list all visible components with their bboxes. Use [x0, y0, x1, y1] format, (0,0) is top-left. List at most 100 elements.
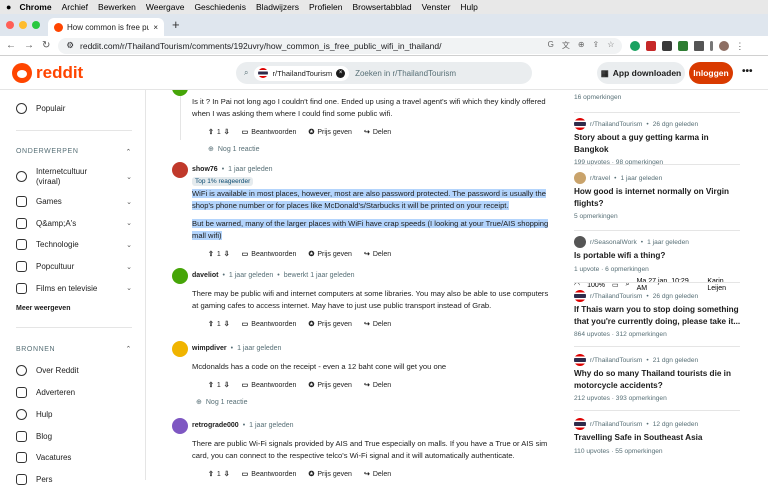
sidebar-item-popular[interactable]: Populair: [16, 98, 132, 120]
share-button[interactable]: ↪ Delen: [364, 320, 391, 329]
share-button[interactable]: ↪ Delen: [364, 470, 391, 479]
username[interactable]: wimpdiver: [192, 345, 227, 352]
menu-chrome[interactable]: Chrome: [19, 2, 51, 12]
avatar[interactable]: [172, 162, 188, 178]
share-button[interactable]: ↪ Delen: [364, 381, 391, 390]
more-replies-button[interactable]: ⊕ Nog 1 reactie: [160, 395, 556, 409]
extension-green2-icon[interactable]: [678, 40, 689, 51]
site-info-icon[interactable]: ⚙: [66, 40, 74, 51]
extension-green-icon[interactable]: [630, 40, 641, 51]
more-options-icon[interactable]: •••: [742, 66, 753, 77]
award-button[interactable]: ✪ Prijs geven: [308, 470, 352, 479]
username[interactable]: show76: [192, 166, 218, 173]
upvote-icon[interactable]: ⇧: [208, 320, 214, 328]
related-post[interactable]: r/ThailandTourism • 26 dgn geleden Story a…: [574, 118, 744, 166]
sidebar-item-pop-culture[interactable]: Popcultuur ⌄: [16, 256, 132, 278]
username[interactable]: retrograde000: [192, 422, 239, 429]
extension-dark-icon[interactable]: [662, 40, 673, 51]
subreddit-name[interactable]: r/SeasonalWork: [590, 239, 637, 246]
forward-icon[interactable]: →: [24, 40, 34, 51]
apple-icon[interactable]: ●: [6, 2, 11, 12]
translate-icon[interactable]: 文: [562, 40, 570, 51]
sidebar-item-about[interactable]: Over Reddit: [16, 360, 132, 382]
post-title[interactable]: If Thais warn you to stop doing somethin…: [574, 304, 744, 327]
download-app-button[interactable]: ▦ App downloaden: [597, 62, 685, 84]
menu-weergave[interactable]: Weergave: [146, 2, 185, 12]
related-post[interactable]: r/ThailandTourism • 21 dgn geleden Why do …: [574, 354, 744, 402]
reply-button[interactable]: ▭ Beantwoorden: [242, 381, 297, 390]
sidebar-item-advertise[interactable]: Adverteren: [16, 382, 132, 404]
sidebar-item-internet-culture[interactable]: Internetcultuur (viraal) ⌄: [16, 163, 132, 191]
post-title[interactable]: Why do so many Thailand tourists die in …: [574, 368, 744, 391]
downvote-icon[interactable]: ⇩: [224, 250, 230, 258]
login-button[interactable]: Inloggen: [689, 62, 733, 84]
avatar[interactable]: [172, 418, 188, 434]
sidebar-item-help[interactable]: Hulp: [16, 404, 132, 426]
award-button[interactable]: ✪ Prijs geven: [308, 250, 352, 259]
subreddit-name[interactable]: r/ThailandTourism: [590, 421, 642, 428]
close-tab-icon[interactable]: ×: [153, 23, 158, 32]
subreddit-name[interactable]: r/travel: [590, 175, 610, 182]
post-title[interactable]: How good is internet normally on Virgin …: [574, 186, 744, 209]
topics-header[interactable]: ONDERWERPEN ⌃: [16, 141, 132, 163]
share-button[interactable]: ↪ Delen: [364, 250, 391, 259]
url-bar[interactable]: ⚙ reddit.com/r/ThailandTourism/comments/…: [58, 37, 623, 54]
browser-menu-icon[interactable]: ⋮: [735, 41, 744, 51]
menu-profielen[interactable]: Profielen: [309, 2, 343, 12]
menu-bewerken[interactable]: Bewerken: [98, 2, 136, 12]
minimize-window-icon[interactable]: [19, 21, 27, 29]
menu-venster[interactable]: Venster: [422, 2, 451, 12]
award-button[interactable]: ✪ Prijs geven: [308, 128, 352, 137]
upvote-icon[interactable]: ⇧: [208, 128, 214, 136]
username[interactable]: daveliot: [192, 272, 218, 279]
menu-hulp[interactable]: Hulp: [460, 2, 477, 12]
upvote-icon[interactable]: ⇧: [208, 250, 214, 258]
related-post[interactable]: r/ThailandTourism • 12 dgn geleden Travell…: [574, 418, 744, 455]
sidebar-item-careers[interactable]: Vacatures: [16, 447, 132, 469]
avatar[interactable]: [172, 268, 188, 284]
sidebar-item-games[interactable]: Games ⌄: [16, 191, 132, 213]
upvote-icon[interactable]: ⇧: [208, 470, 214, 478]
sidepanel-icon[interactable]: [710, 40, 714, 51]
browser-tab[interactable]: How common is free public wifi ×: [48, 18, 164, 36]
related-post[interactable]: r/travel • 1 jaar geleden How good is inte…: [574, 172, 744, 220]
profile-avatar-icon[interactable]: [719, 40, 730, 51]
reply-button[interactable]: ▭ Beantwoorden: [242, 470, 297, 479]
subreddit-name[interactable]: r/ThailandTourism: [590, 293, 642, 300]
downvote-icon[interactable]: ⇩: [224, 320, 230, 328]
more-replies-button[interactable]: ⊕ Nog 1 reactie: [160, 142, 556, 156]
avatar[interactable]: [172, 341, 188, 357]
new-tab-icon[interactable]: +: [172, 16, 180, 36]
award-button[interactable]: ✪ Prijs geven: [308, 381, 352, 390]
search-input[interactable]: Zoeken in r/ThailandTourism: [355, 69, 456, 78]
reply-button[interactable]: ▭ Beantwoorden: [242, 250, 297, 259]
post-title[interactable]: Travelling Safe in Southeast Asia: [574, 432, 744, 444]
sidebar-item-technology[interactable]: Technologie ⌄: [16, 234, 132, 256]
extension-red-icon[interactable]: [646, 40, 657, 51]
close-window-icon[interactable]: [6, 21, 14, 29]
maximize-window-icon[interactable]: [32, 21, 40, 29]
back-icon[interactable]: ←: [6, 40, 16, 51]
reply-button[interactable]: ▭ Beantwoorden: [242, 128, 297, 137]
search-bar[interactable]: ⌕ r/ThailandTourism × Zoeken in r/Thaila…: [236, 62, 532, 84]
sidebar-item-press[interactable]: Pers: [16, 469, 132, 490]
chip-close-icon[interactable]: ×: [336, 68, 346, 78]
subreddit-name[interactable]: r/ThailandTourism: [590, 357, 642, 364]
sidebar-item-qa[interactable]: Q&amp;A's ⌄: [16, 212, 132, 234]
downvote-icon[interactable]: ⇩: [224, 470, 230, 478]
downvote-icon[interactable]: ⇩: [224, 381, 230, 389]
reply-button[interactable]: ▭ Beantwoorden: [242, 320, 297, 329]
menu-archief[interactable]: Archief: [62, 2, 88, 12]
bookmark-star-icon[interactable]: ☆: [607, 40, 614, 51]
sidebar-item-blog[interactable]: Blog: [16, 425, 132, 447]
related-post[interactable]: 16 opmerkingen: [574, 94, 744, 101]
extensions-puzzle-icon[interactable]: [694, 40, 705, 51]
post-title[interactable]: Is portable wifi a thing?: [574, 250, 744, 262]
related-post[interactable]: r/SeasonalWork • 1 jaar geleden Is portabl…: [574, 236, 744, 273]
subreddit-search-chip[interactable]: r/ThailandTourism ×: [254, 65, 350, 81]
menu-browsertabblad[interactable]: Browsertabblad: [353, 2, 412, 12]
reload-icon[interactable]: ↻: [42, 40, 50, 51]
share-icon[interactable]: ⇪: [593, 40, 600, 51]
menu-bladwijzers[interactable]: Bladwijzers: [256, 2, 299, 12]
post-title[interactable]: Story about a guy getting karma in Bangk…: [574, 132, 744, 155]
